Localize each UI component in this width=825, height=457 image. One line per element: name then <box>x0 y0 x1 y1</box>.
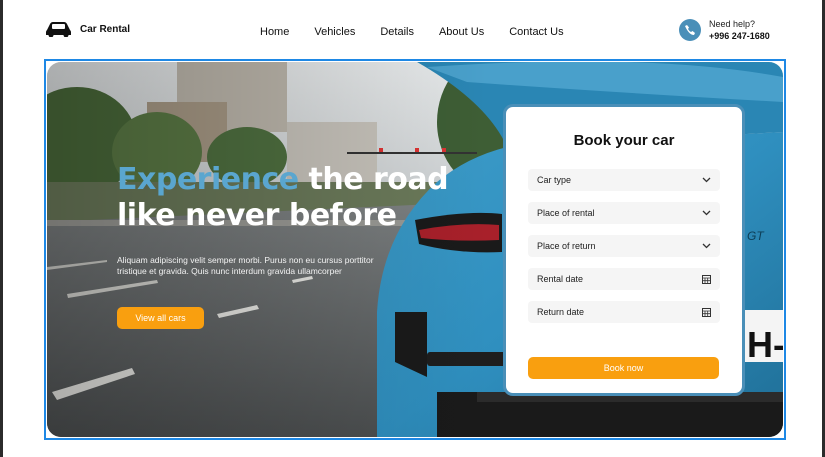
calendar-icon <box>702 307 711 317</box>
place-of-rental-select[interactable]: Place of rental <box>528 202 720 224</box>
place-of-return-select[interactable]: Place of return <box>528 235 720 257</box>
hero-headline: Experience the road like never before <box>117 162 477 234</box>
calendar-icon <box>702 274 711 284</box>
help-label: Need help? <box>709 19 756 29</box>
nav-vehicles[interactable]: Vehicles <box>314 26 355 38</box>
return-date-input[interactable]: Return date <box>528 301 720 323</box>
car-type-select[interactable]: Car type <box>528 169 720 191</box>
help-contact: Need help? +996 247-1680 <box>679 19 770 41</box>
chevron-down-icon <box>702 210 711 216</box>
field-label: Car type <box>537 175 572 185</box>
field-label: Return date <box>537 307 585 317</box>
nav-home[interactable]: Home <box>260 26 289 38</box>
field-label: Place of return <box>537 241 596 251</box>
chevron-down-icon <box>702 243 711 249</box>
brand-logo[interactable]: Car Rental <box>45 21 130 37</box>
nav-about-us[interactable]: About Us <box>439 26 484 38</box>
page: Car Rental Home Vehicles Details About U… <box>3 0 822 457</box>
car-icon <box>46 22 71 37</box>
hero-description: Aliquam adipiscing velit semper morbi. P… <box>117 255 374 276</box>
brand-name: Car Rental <box>80 23 131 35</box>
headline-accent: Experience <box>117 162 299 197</box>
view-all-cars-button[interactable]: View all cars <box>117 307 204 329</box>
chevron-down-icon <box>702 177 711 183</box>
nav-contact-us[interactable]: Contact Us <box>509 26 563 38</box>
main-nav: Home Vehicles Details About Us Contact U… <box>260 26 564 38</box>
phone-icon[interactable] <box>679 19 701 41</box>
help-phone[interactable]: +996 247-1680 <box>709 31 770 41</box>
booking-title: Book your car <box>573 132 675 149</box>
nav-details[interactable]: Details <box>380 26 414 38</box>
field-label: Rental date <box>537 274 584 284</box>
booking-card: Book your car Car type Place of rental P… <box>503 104 745 396</box>
field-label: Place of rental <box>537 208 595 218</box>
book-now-button[interactable]: Book now <box>528 357 719 379</box>
rental-date-input[interactable]: Rental date <box>528 268 720 290</box>
